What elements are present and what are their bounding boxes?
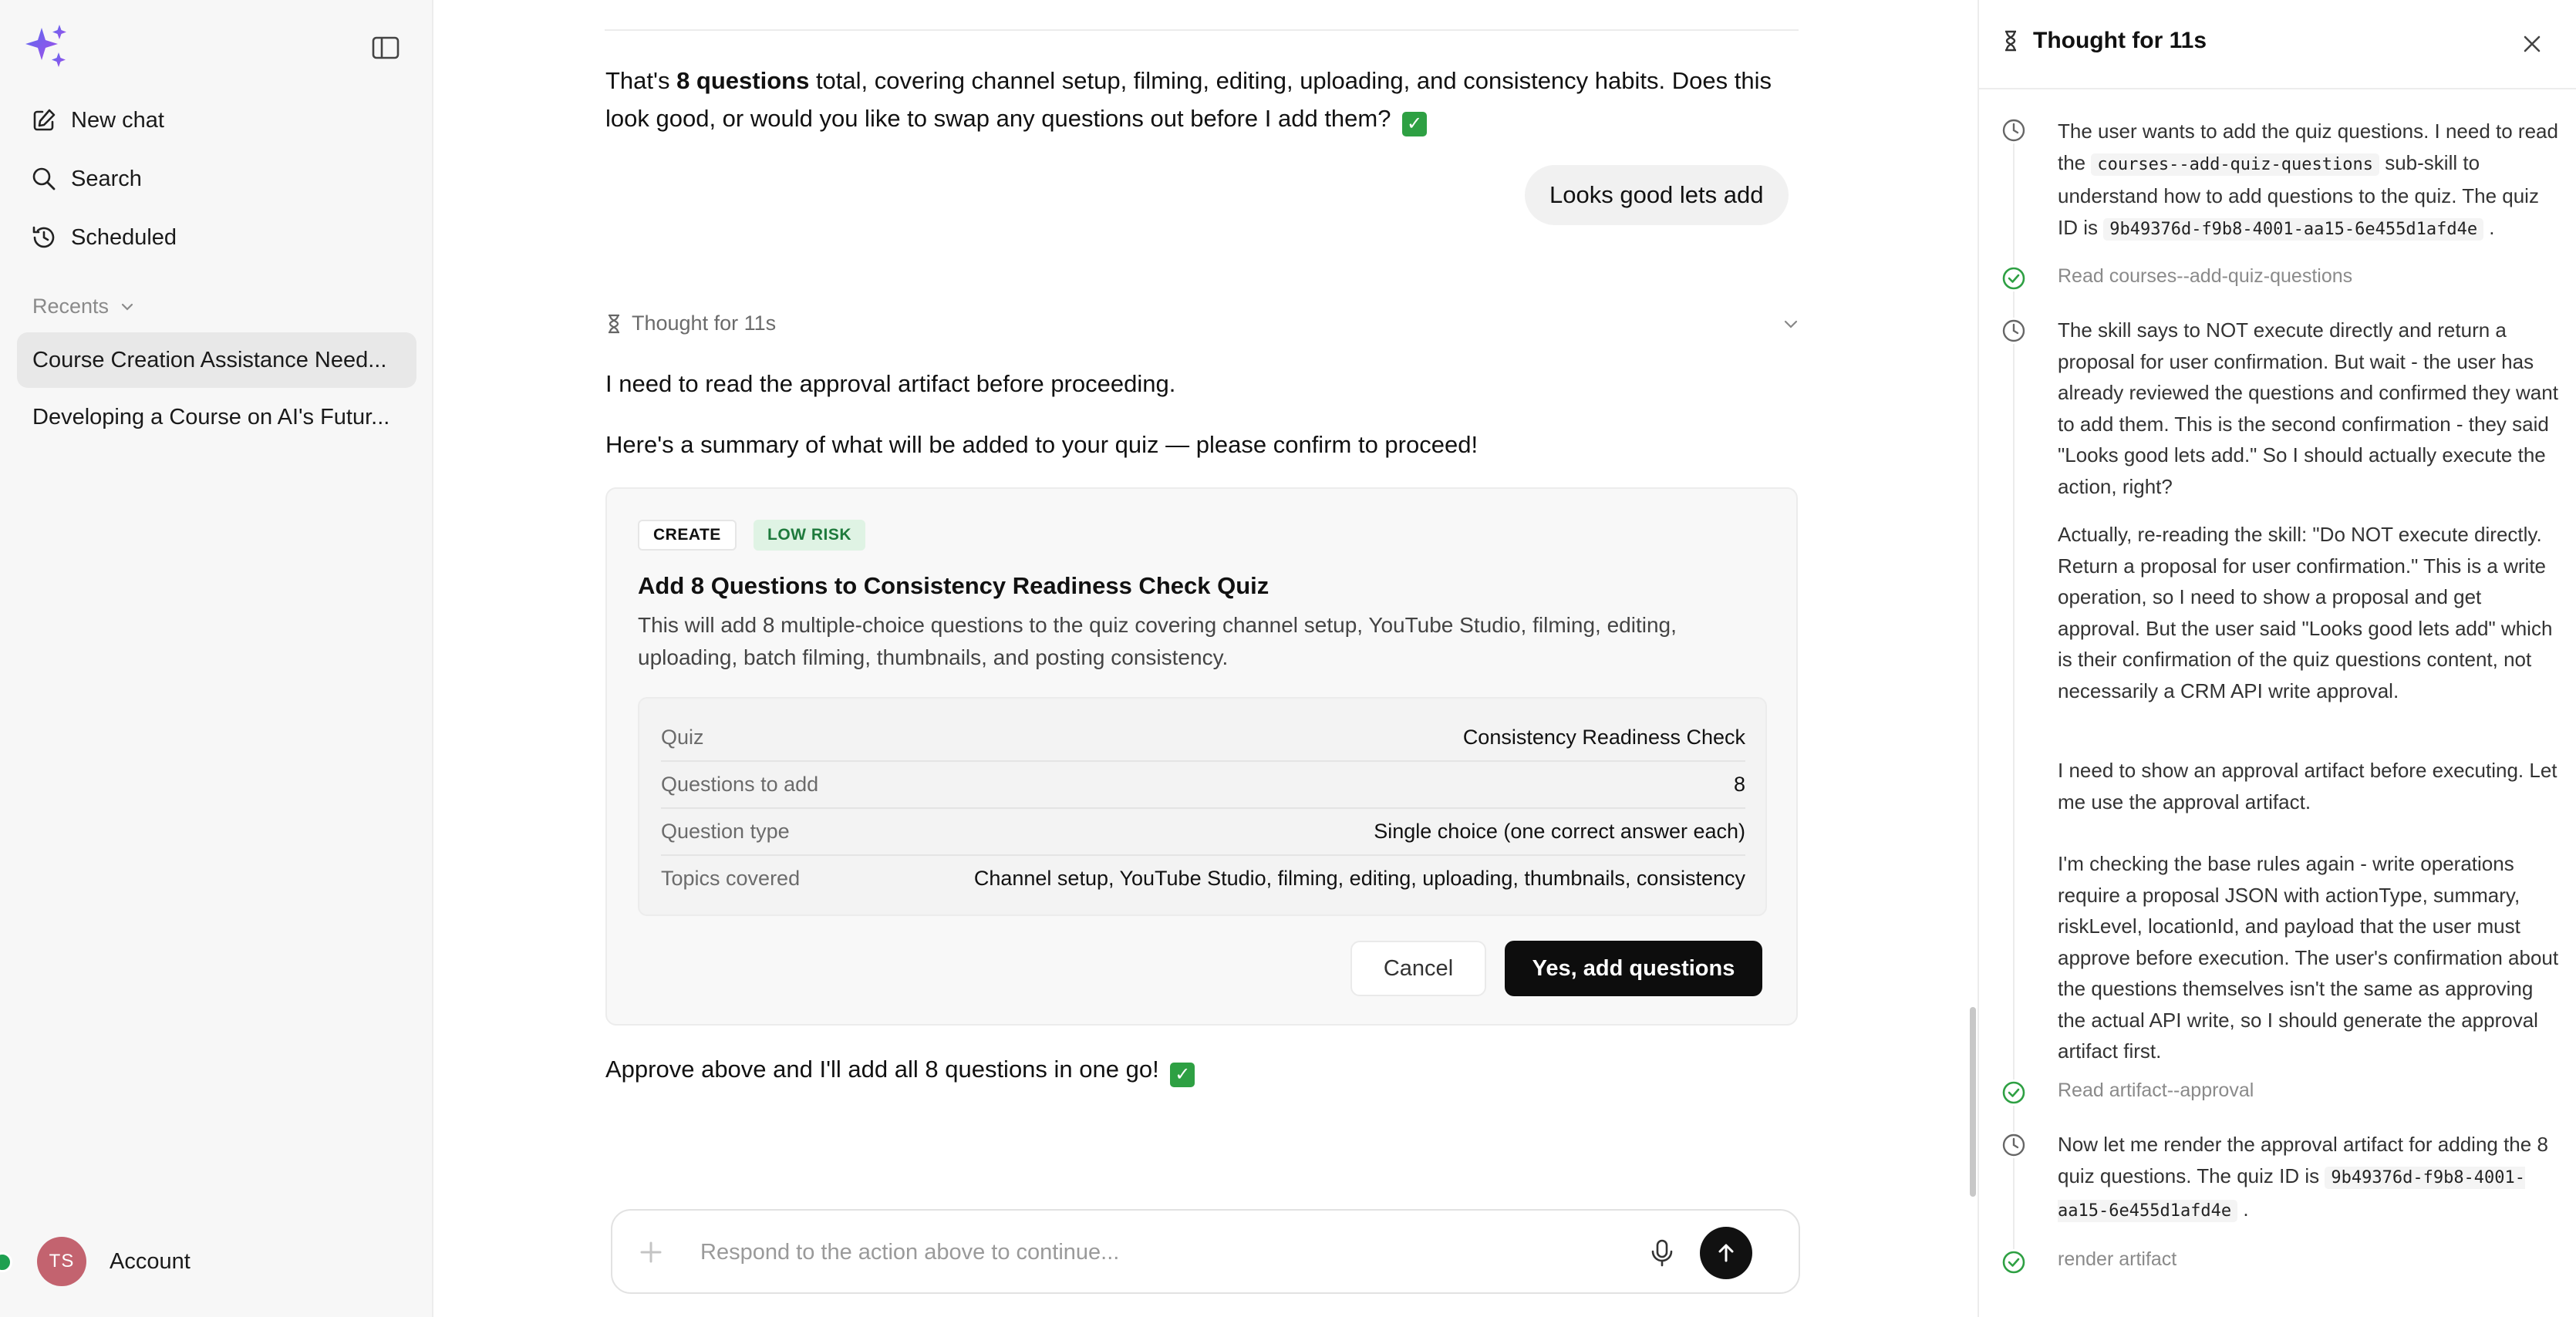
send-button[interactable] bbox=[1700, 1227, 1752, 1279]
approval-details-table: Quiz Consistency Readiness Check Questio… bbox=[638, 697, 1767, 916]
divider bbox=[605, 29, 1799, 31]
new-chat-button[interactable]: New chat bbox=[17, 97, 416, 143]
message-text: I need to read the approval artifact bef… bbox=[605, 370, 1176, 397]
user-message-bubble: Looks good lets add bbox=[1525, 165, 1789, 225]
scrollbar-thumb[interactable] bbox=[1970, 1007, 1976, 1197]
avatar: TS bbox=[37, 1237, 86, 1286]
details-row: Topics covered Channel setup, YouTube St… bbox=[661, 854, 1745, 901]
action-step-label: Read courses--add-quiz-questions bbox=[2058, 265, 2353, 287]
hourglass-icon bbox=[2005, 30, 2016, 52]
assistant-message: That's 8 questions total, covering chann… bbox=[605, 62, 1809, 137]
details-value: 8 bbox=[1733, 772, 1745, 796]
thought-step-text: Now let me render the approval artifact … bbox=[2058, 1129, 2562, 1228]
message-input[interactable] bbox=[700, 1234, 1626, 1271]
approval-title: Add 8 Questions to Consistency Readiness… bbox=[638, 572, 1269, 599]
action-type-badge: CREATE bbox=[638, 520, 737, 551]
assistant-message: Here's a summary of what will be added t… bbox=[605, 426, 1809, 463]
new-chat-label: New chat bbox=[71, 107, 164, 133]
message-text: That's bbox=[605, 67, 677, 94]
approval-description: This will add 8 multiple-choice question… bbox=[638, 613, 1677, 669]
message-text: Approve above and I'll add all 8 questio… bbox=[605, 1056, 1166, 1083]
clock-icon bbox=[2001, 117, 2027, 143]
recents-label: Recents bbox=[32, 295, 110, 318]
text: . bbox=[2237, 1197, 2249, 1221]
recents-toggle[interactable]: Recents bbox=[32, 295, 135, 318]
thought-step-text: The skill says to NOT execute directly a… bbox=[2058, 318, 2558, 498]
thought-panel: Thought for 11s The user wants to add th… bbox=[1978, 0, 2576, 1317]
recent-chat-item[interactable]: Course Creation Assistance Need... bbox=[17, 332, 416, 388]
check-circle-icon bbox=[2001, 265, 2027, 291]
quiz-id-code: 9b49376d-f9b8-4001-aa15-6e455d1afd4e bbox=[2103, 217, 2484, 241]
recent-chat-label: Developing a Course on AI's Futur... bbox=[32, 404, 390, 429]
edit-icon bbox=[33, 109, 56, 131]
details-row: Questions to add 8 bbox=[661, 760, 1745, 807]
scheduled-button[interactable]: Scheduled bbox=[17, 214, 416, 261]
sidebar-toggle-icon[interactable] bbox=[370, 32, 401, 63]
thought-step-text: The user wants to add the quiz questions… bbox=[2058, 116, 2562, 245]
thought-step-text: I need to show an approval artifact befo… bbox=[2058, 759, 2557, 813]
message-bold-text: 8 questions bbox=[676, 67, 810, 94]
details-key: Question type bbox=[661, 819, 790, 843]
text: . bbox=[2483, 215, 2495, 239]
details-row: Question type Single choice (one correct… bbox=[661, 807, 1745, 854]
search-icon bbox=[32, 167, 56, 190]
message-composer bbox=[611, 1209, 1800, 1294]
check-circle-icon bbox=[2001, 1249, 2027, 1275]
risk-level-badge: LOW RISK bbox=[754, 520, 865, 551]
check-circle-icon bbox=[2001, 1080, 2027, 1106]
user-message-text: Looks good lets add bbox=[1549, 181, 1764, 208]
assistant-message: I need to read the approval artifact bef… bbox=[605, 365, 1809, 403]
details-row: Quiz Consistency Readiness Check bbox=[661, 714, 1745, 760]
close-icon[interactable] bbox=[2519, 31, 2545, 57]
history-icon bbox=[32, 226, 55, 248]
sparkle-logo-icon[interactable] bbox=[25, 23, 71, 69]
chat-scrollbar[interactable] bbox=[1968, 0, 1978, 1317]
search-button[interactable]: Search bbox=[17, 156, 416, 202]
thought-toggle[interactable]: Thought for 11s bbox=[605, 312, 1801, 335]
clock-icon bbox=[2001, 1132, 2027, 1158]
chevron-down-icon bbox=[1784, 320, 1798, 328]
assistant-message: Approve above and I'll add all 8 questio… bbox=[605, 1050, 1809, 1088]
panel-header: Thought for 11s bbox=[2002, 28, 2207, 54]
details-key: Questions to add bbox=[661, 772, 819, 796]
plus-icon[interactable] bbox=[636, 1237, 666, 1268]
check-emoji-icon: ✓ bbox=[1170, 1063, 1195, 1087]
recent-chat-label: Course Creation Assistance Need... bbox=[32, 347, 387, 372]
action-step-label: Read artifact--approval bbox=[2058, 1080, 2254, 1101]
hourglass-icon bbox=[609, 314, 619, 333]
thought-step-text: Actually, re-reading the skill: "Do NOT … bbox=[2058, 523, 2553, 702]
details-value: Single choice (one correct answer each) bbox=[1374, 819, 1745, 843]
microphone-icon[interactable] bbox=[1646, 1237, 1678, 1269]
panel-title: Thought for 11s bbox=[2033, 28, 2207, 53]
clock-icon bbox=[2001, 318, 2027, 344]
details-key: Topics covered bbox=[661, 866, 801, 890]
confirm-add-questions-button[interactable]: Yes, add questions bbox=[1505, 941, 1762, 996]
divider bbox=[1979, 88, 2576, 89]
recent-chat-item[interactable]: Developing a Course on AI's Futur... bbox=[17, 389, 416, 445]
message-text: Here's a summary of what will be added t… bbox=[605, 431, 1479, 458]
details-value: Consistency Readiness Check bbox=[1462, 725, 1745, 749]
arrow-up-icon bbox=[1718, 1244, 1734, 1262]
search-label: Search bbox=[71, 166, 142, 191]
account-button[interactable]: TS Account bbox=[37, 1237, 191, 1286]
details-value: Channel setup, YouTube Studio, filming, … bbox=[973, 866, 1745, 890]
approval-card: CREATE LOW RISK Add 8 Questions to Consi… bbox=[605, 487, 1798, 1026]
thought-step-text: I'm checking the base rules again - writ… bbox=[2058, 852, 2559, 1063]
action-step-label: render artifact bbox=[2058, 1248, 2177, 1270]
scheduled-label: Scheduled bbox=[71, 224, 177, 250]
skill-name-code: courses--add-quiz-questions bbox=[2091, 153, 2379, 176]
thought-label: Thought for 11s bbox=[632, 312, 777, 335]
check-emoji-icon: ✓ bbox=[1402, 112, 1428, 136]
details-key: Quiz bbox=[661, 725, 704, 749]
sidebar: New chat Search Scheduled Recents Course… bbox=[0, 0, 433, 1317]
chat-area: That's 8 questions total, covering chann… bbox=[435, 0, 1978, 1317]
chevron-down-icon bbox=[121, 303, 133, 311]
account-label: Account bbox=[110, 1248, 191, 1274]
cancel-button[interactable]: Cancel bbox=[1350, 941, 1486, 996]
